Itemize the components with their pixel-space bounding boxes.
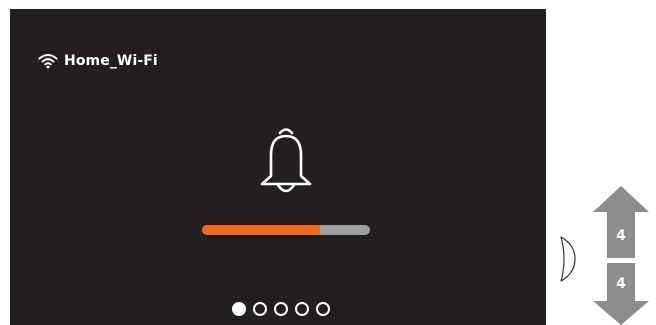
page-dot[interactable] (295, 302, 309, 316)
wifi-status: Home_Wi-Fi (38, 52, 158, 70)
device-illustration: Home_Wi-Fi 4 4 (0, 0, 656, 325)
page-dot[interactable] (274, 302, 288, 316)
arrow-down-icon (593, 263, 649, 325)
arrow-up-label: 4 (616, 228, 626, 244)
arrow-up-icon (593, 186, 649, 262)
bell-icon (253, 124, 319, 204)
side-knob-icon (559, 235, 577, 287)
page-dot[interactable] (253, 302, 267, 316)
device-screen: Home_Wi-Fi (10, 9, 546, 325)
page-indicator (232, 302, 330, 316)
arrow-down-label: 4 (616, 276, 626, 292)
page-dot[interactable] (232, 302, 246, 316)
volume-level-bar (202, 225, 370, 235)
wifi-icon (38, 53, 58, 69)
page-dot[interactable] (316, 302, 330, 316)
arrow-down[interactable]: 4 (593, 263, 649, 325)
volume-level-fill (202, 225, 320, 235)
wifi-network-name: Home_Wi-Fi (64, 53, 158, 69)
arrow-up[interactable]: 4 (593, 186, 649, 262)
